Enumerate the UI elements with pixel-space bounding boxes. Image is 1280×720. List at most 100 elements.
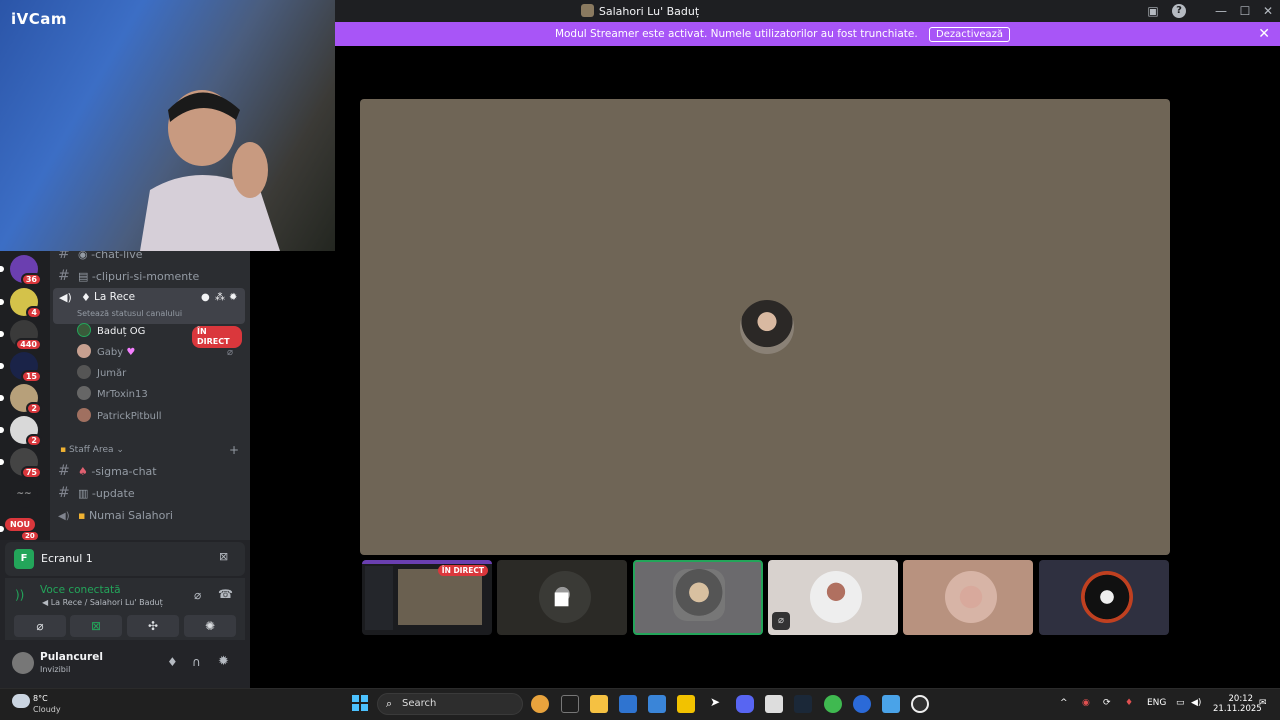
screen-share-icon[interactable]: ▣: [1142, 2, 1164, 20]
avatar[interactable]: [12, 652, 34, 674]
webcam-label: iVCam: [11, 10, 68, 28]
microphone-tray-icon[interactable]: ♦: [1125, 698, 1133, 708]
share-screen-button[interactable]: ⊠: [70, 615, 122, 637]
sync-icon[interactable]: ⟳: [1103, 698, 1111, 708]
voice-channel-la-rece[interactable]: ◀) ♦ La Rece Setează statusul canalului …: [53, 288, 245, 324]
ivcam-icon[interactable]: [882, 695, 900, 713]
minimize-button[interactable]: —: [1210, 2, 1232, 20]
speaker-icon: ◀: [42, 598, 51, 607]
gear-icon[interactable]: ✹: [229, 292, 237, 303]
category-staff-area[interactable]: ▪ Staff Area ⌄: [60, 445, 124, 455]
noise-suppression-icon[interactable]: ⌀: [194, 588, 201, 602]
disconnect-icon[interactable]: ☎: [218, 587, 233, 601]
settings-gear-icon[interactable]: ✹: [218, 654, 229, 669]
channel-update[interactable]: # ▥ -update: [58, 482, 244, 504]
microphone-icon[interactable]: ♦: [167, 655, 178, 669]
stop-stream-icon[interactable]: ⊠: [219, 550, 228, 563]
channel-status[interactable]: Setează statusul canalului: [77, 309, 182, 318]
banner-close-icon[interactable]: ✕: [1258, 26, 1270, 42]
participant-tile-muted[interactable]: ⌀: [768, 560, 898, 635]
taskbar-search[interactable]: ⌕ Search: [377, 693, 523, 715]
mail-icon[interactable]: [619, 695, 637, 713]
stream-tile-preview[interactable]: ÎN DIRECT: [362, 560, 492, 635]
voice-user[interactable]: MrToxin13: [77, 385, 148, 405]
participant-tile-speaking[interactable]: [633, 560, 763, 635]
chevron-up-icon[interactable]: ^: [1060, 698, 1068, 708]
server-icon[interactable]: 440: [10, 320, 42, 351]
help-icon[interactable]: ?: [1172, 4, 1186, 18]
clock[interactable]: 20:12 21.11.2025: [1213, 694, 1262, 714]
banner-text: Modul Streamer este activat. Numele util…: [554, 28, 918, 40]
server-icon[interactable]: 2: [10, 384, 42, 415]
channel-sigma-chat[interactable]: # ♠ -sigma-chat: [58, 460, 244, 482]
hash-icon: #: [58, 463, 70, 479]
capcut-icon[interactable]: [561, 695, 579, 713]
webcam-person-image: [140, 90, 280, 251]
video-camera-icon: ■: [553, 588, 571, 609]
chat-icon[interactable]: ●: [201, 292, 210, 303]
window-title: Salahori Lu' Baduț: [598, 5, 700, 18]
voice-user[interactable]: PatrickPitbull: [77, 407, 162, 427]
network-icon[interactable]: ▭: [1176, 698, 1185, 708]
server-icon[interactable]: 4: [10, 288, 42, 319]
channel-clipuri[interactable]: # ▤ -clipuri-si-momente: [58, 265, 244, 287]
voice-user[interactable]: Gaby ♥ ⌀: [77, 343, 242, 363]
tray-app-icon[interactable]: ◉: [1082, 698, 1090, 708]
server-icon[interactable]: 36: [10, 255, 42, 286]
voice-user[interactable]: Jumăr: [77, 364, 126, 384]
chart-icon: ▥: [78, 487, 92, 500]
server-icon[interactable]: 2: [10, 416, 42, 447]
rockstar-icon[interactable]: [677, 695, 695, 713]
language-indicator[interactable]: ENG: [1147, 698, 1166, 708]
store-icon[interactable]: [648, 695, 666, 713]
participant-tile-camera[interactable]: ■: [497, 560, 627, 635]
deafened-icon: ⌀: [227, 347, 234, 358]
voice-status: Voce conectată: [40, 584, 121, 596]
signal-icon[interactable]: )): [15, 588, 24, 602]
server-icon[interactable]: 75: [10, 448, 42, 479]
participant-tile[interactable]: [903, 560, 1033, 635]
weather-icon[interactable]: [12, 694, 30, 708]
server-icon: [580, 4, 594, 17]
browser-icon[interactable]: [853, 695, 871, 713]
speaker-avatar: [740, 300, 794, 354]
windows-start-icon[interactable]: [352, 695, 368, 711]
cursor-app-icon[interactable]: ➤: [706, 695, 724, 713]
lock-icon: ▪: [78, 509, 89, 522]
server-icon[interactable]: 15: [10, 352, 42, 383]
volume-icon[interactable]: ◀): [1191, 698, 1201, 708]
camera-toggle-button[interactable]: ⌀: [14, 615, 66, 637]
close-button[interactable]: ✕: [1257, 2, 1279, 20]
server-icon[interactable]: ~~: [10, 480, 38, 508]
add-channel-icon[interactable]: +: [229, 443, 239, 457]
file-explorer-icon[interactable]: [590, 695, 608, 713]
calendar-icon[interactable]: [765, 695, 783, 713]
avatar: [77, 386, 91, 400]
participant-tile[interactable]: [1039, 560, 1169, 635]
maximize-button[interactable]: ☐: [1234, 2, 1256, 20]
add-member-icon[interactable]: ⁂: [215, 292, 225, 303]
soundboard-button[interactable]: ✺: [184, 615, 236, 637]
weather-temp[interactable]: 8°C: [33, 694, 48, 703]
notifications-icon[interactable]: ✉: [1259, 698, 1267, 708]
hash-icon: #: [58, 268, 70, 284]
activities-button[interactable]: ✣: [127, 615, 179, 637]
steam-icon[interactable]: [794, 695, 812, 713]
server-rail: 36 4 440 15 2 2 75 ~~ NOU 20: [0, 251, 50, 540]
discord-icon[interactable]: [736, 695, 754, 713]
screen-icon: F: [14, 549, 34, 569]
speaker-icon: ◀): [58, 511, 70, 522]
username[interactable]: Pulancurel: [40, 651, 103, 663]
headphones-icon[interactable]: ∩: [192, 655, 201, 669]
chrome-icon[interactable]: [531, 695, 549, 713]
voice-user[interactable]: Baduț OG ÎN DIRECT: [77, 322, 242, 348]
xbox-icon[interactable]: [824, 695, 842, 713]
channel-numai-salahori[interactable]: ◀) ▪ Numai Salahori: [58, 505, 244, 527]
stream-preview-thumbnail: [398, 569, 482, 625]
voice-location[interactable]: ◀ La Rece / Salahori Lu' Baduț: [42, 598, 163, 607]
obs-icon[interactable]: [911, 695, 929, 713]
participant-avatar: [810, 571, 862, 623]
screen-share-card[interactable]: F Ecranul 1 ⊠: [5, 542, 245, 576]
stage-main-view[interactable]: [360, 99, 1170, 555]
disable-streamer-button[interactable]: Dezactivează: [929, 27, 1011, 42]
